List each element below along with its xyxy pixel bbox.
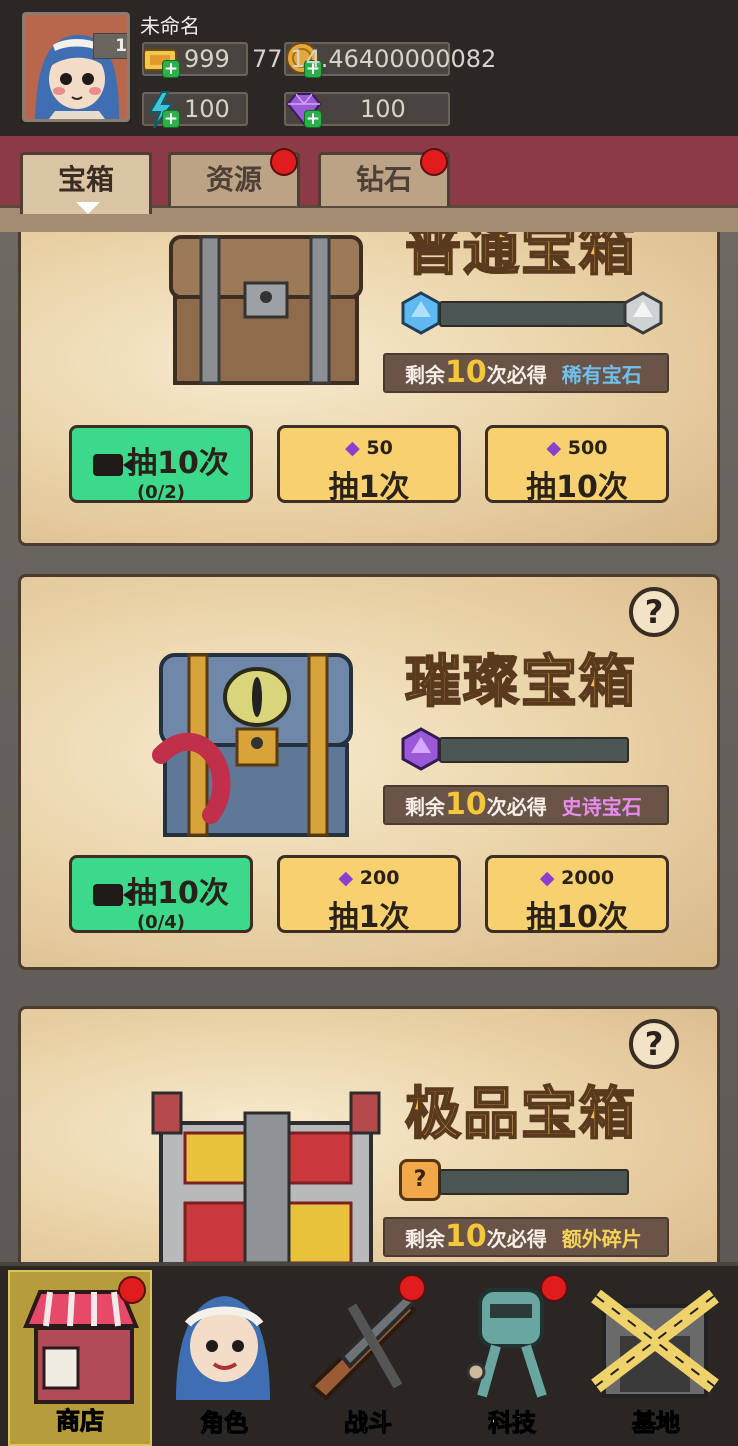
rare-gem-icon (401, 291, 441, 335)
guarantee-banner: 剩余10次必得 额外碎片 (383, 1217, 669, 1257)
nav-label: 商店 (56, 1407, 105, 1436)
add-energy-icon[interactable]: + (162, 110, 180, 128)
nav-label: 基地 (632, 1409, 681, 1438)
energy-value: 100 (184, 95, 230, 123)
nav-battle[interactable]: 战斗 (296, 1270, 440, 1446)
draw1-button[interactable]: ◆ 200 抽1次 (277, 855, 461, 935)
girl-portrait-icon (25, 15, 127, 119)
diamond-counter[interactable]: + 100 (284, 92, 450, 128)
chest-card-normal: 普通宝箱 剩余10次必得 稀有宝石 抽10次 (0/2) ◆ 50 抽1次 ◆ … (18, 232, 720, 546)
player-name: 未命名 (140, 14, 200, 38)
chest-title: 极品宝箱 (404, 1081, 637, 1148)
chest-progress-bar (439, 301, 629, 327)
nav-shop[interactable]: 商店 (8, 1270, 152, 1446)
player-avatar[interactable]: 1 (22, 12, 130, 122)
bottom-nav: 商店 角色 战斗 科技 基地 (0, 1262, 738, 1446)
nav-character[interactable]: 角色 (152, 1270, 296, 1446)
nav-tech[interactable]: 科技 (440, 1270, 584, 1446)
energy-counter[interactable]: + 100 (142, 91, 248, 129)
level-badge: 1 (93, 33, 127, 59)
active-tab-arrow-icon (76, 202, 100, 214)
ticket-value: 999 (184, 45, 230, 73)
draw10-button[interactable]: ◆ 500 抽10次 (485, 425, 669, 505)
wooden-chest-icon (169, 235, 363, 385)
video-camera-icon (93, 883, 134, 906)
guarantee-reward: 史诗宝石 (561, 795, 642, 819)
character-portrait-icon (176, 1296, 270, 1400)
draw10-button[interactable]: ◆ 2000 抽10次 (485, 855, 669, 935)
chest-title: 普通宝箱 (404, 232, 637, 284)
epic-gem-icon (401, 727, 441, 771)
player-header: 1 未命名 + 999 + 77 14.46400000082 + 100 + (0, 0, 738, 136)
coin-counter[interactable]: + 77 14.46400000082 (252, 42, 496, 78)
watch-ad-draw10-button[interactable]: 抽10次 (0/4) (69, 855, 253, 933)
guarantee-reward: 稀有宝石 (561, 363, 642, 387)
locked-base-icon (591, 1289, 719, 1398)
chest-progress-bar (439, 737, 629, 763)
monster-chest-icon (152, 653, 353, 837)
chest-title: 璀璨宝箱 (404, 649, 637, 716)
chest-card-premium: ? 极品宝箱 ? 剩余10次必得 额外碎片 (18, 1006, 720, 1262)
chest-card-brilliant: ? 璀璨宝箱 剩余10次必得 史诗宝石 抽10次 (0/4) ◆ 200 抽1次… (18, 574, 720, 970)
draw1-button[interactable]: ◆ 50 抽1次 (277, 425, 461, 505)
nav-label: 战斗 (344, 1409, 393, 1438)
watch-ad-draw10-button[interactable]: 抽10次 (0/2) (69, 425, 253, 503)
nav-label: 科技 (488, 1409, 537, 1438)
nav-shop-badge (118, 1276, 146, 1304)
video-camera-icon (93, 453, 134, 476)
diamond-icon: ◆ (345, 437, 360, 459)
guarantee-reward: 额外碎片 (561, 1227, 642, 1251)
nav-base[interactable]: 基地 (584, 1270, 728, 1446)
diamond-icon: ◆ (546, 437, 562, 459)
nav-battle-badge (398, 1274, 426, 1302)
diamond-icon: ◆ (338, 867, 354, 889)
add-ticket-icon[interactable]: + (162, 60, 180, 78)
help-button[interactable]: ? (629, 587, 679, 637)
tab-diamonds-badge (420, 148, 448, 176)
tab-resources-badge (270, 148, 298, 176)
diamond-value: 100 (360, 95, 406, 123)
gray-gem-icon (623, 291, 663, 335)
puzzle-chest-icon (151, 1091, 381, 1262)
help-button[interactable]: ? (629, 1019, 679, 1069)
diamond-icon: ◆ (539, 867, 555, 889)
puzzle-piece-icon: ? (399, 1159, 441, 1201)
chest-list[interactable]: 普通宝箱 剩余10次必得 稀有宝石 抽10次 (0/2) ◆ 50 抽1次 ◆ … (0, 232, 738, 1262)
chest-progress-bar (439, 1169, 629, 1195)
add-diamond-icon[interactable]: + (304, 110, 322, 128)
nav-label: 角色 (200, 1409, 249, 1438)
ticket-counter[interactable]: + 999 (142, 42, 248, 78)
guarantee-banner: 剩余10次必得 稀有宝石 (383, 353, 669, 393)
guarantee-banner: 剩余10次必得 史诗宝石 (383, 785, 669, 825)
coin-value: 77 14.46400000082 (252, 45, 497, 73)
nav-tech-badge (540, 1274, 568, 1302)
